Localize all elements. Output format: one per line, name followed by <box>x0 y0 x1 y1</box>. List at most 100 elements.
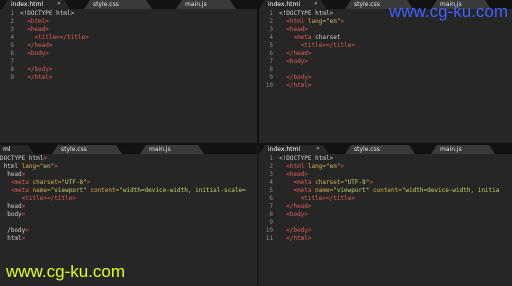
code-text: </html> <box>286 235 312 242</box>
code-line[interactable]: 4 <title></title> <box>0 34 257 42</box>
code-line[interactable]: 7 <body> <box>259 58 512 66</box>
tab-index-html[interactable]: index.html ✕ <box>2 0 70 9</box>
code-text: <meta charset="UTF-8"> <box>10 179 91 186</box>
pane-divider-vertical[interactable] <box>257 0 259 143</box>
tab-style-css[interactable]: style.css <box>345 145 415 154</box>
code-line[interactable]: 11 </html> <box>259 235 512 243</box>
code-line[interactable]: <title></title> <box>0 195 257 203</box>
code-line[interactable]: 6 </head> <box>259 50 512 58</box>
code-text: DOCTYPE html> <box>0 155 47 162</box>
code-text: <title></title> <box>300 195 355 202</box>
code-text: <!DOCTYPE html> <box>279 10 334 17</box>
tab-index-html[interactable]: index.html ✕ <box>259 145 329 154</box>
tab-label: index.html <box>268 146 300 153</box>
code-text: <!DOCTYPE html> <box>20 10 75 17</box>
code-area[interactable]: 1 <!DOCTYPE html> 2 <html lang="en"> 3 <hea… <box>259 10 512 143</box>
code-text: <html lang="en"> <box>286 163 345 170</box>
line-number: 8 <box>269 66 273 73</box>
code-line[interactable]: html> <box>0 235 257 243</box>
tab-index-html[interactable]: index.html ✕ <box>259 0 327 9</box>
line-number: 7 <box>10 58 14 65</box>
code-line[interactable]: 10 </html> <box>259 82 512 90</box>
code-line[interactable]: 4 <meta charset <box>259 34 512 42</box>
code-line[interactable] <box>0 219 257 227</box>
code-line[interactable]: 5 <title></title> <box>259 42 512 50</box>
code-line[interactable]: 3 <head> <box>259 171 512 179</box>
code-text: <meta name="viewport" content="width=dev… <box>10 187 246 194</box>
code-line[interactable]: head> <box>0 203 257 211</box>
close-icon[interactable]: ✕ <box>57 0 61 9</box>
code-line[interactable]: 8 <box>259 66 512 74</box>
tab-style-css[interactable]: style.css <box>52 145 122 154</box>
code-area[interactable]: 1 <!DOCTYPE html> 2 <html lang="en"> 3 <hea… <box>259 155 512 286</box>
tab-label: style.css <box>61 146 87 153</box>
pane-divider-horizontal[interactable] <box>0 143 512 145</box>
code-line[interactable]: head> <box>0 171 257 179</box>
tab-index-html[interactable]: ml <box>0 145 34 154</box>
code-line[interactable]: <meta name="viewport" content="width=dev… <box>0 187 257 195</box>
code-line[interactable]: <meta charset="UTF-8"> <box>0 179 257 187</box>
code-line[interactable]: 7 <box>0 58 257 66</box>
code-area[interactable]: 1 <!DOCTYPE html> 2 <html> 3 <head> 4 <title… <box>0 10 257 143</box>
line-number: 11 <box>265 235 273 242</box>
code-line[interactable]: 4 <meta charset="UTF-8"> <box>259 179 512 187</box>
code-text: </body> <box>286 227 312 234</box>
line-number: 1 <box>10 10 14 17</box>
code-line[interactable]: 3 <head> <box>259 26 512 34</box>
code-line[interactable]: 6 <title></title> <box>259 195 512 203</box>
code-line[interactable]: 3 <head> <box>0 26 257 34</box>
code-line[interactable]: 5 <meta name="viewport" content="width=d… <box>259 187 512 195</box>
close-icon[interactable]: ✕ <box>316 145 320 154</box>
code-line[interactable]: 2 <html> <box>0 18 257 26</box>
code-line[interactable]: 2 <html lang="en"> <box>259 163 512 171</box>
code-line[interactable]: 9 </body> <box>259 74 512 82</box>
line-number: 8 <box>269 211 273 218</box>
code-line[interactable]: 7 </head> <box>259 203 512 211</box>
code-line[interactable]: 1 <!DOCTYPE html> <box>259 155 512 163</box>
code-text: <!DOCTYPE html> <box>279 155 334 162</box>
code-text: <title></title> <box>34 34 89 41</box>
tab-bar: index.html ✕ style.css main.js <box>0 0 257 9</box>
close-icon[interactable]: ✕ <box>314 0 318 9</box>
code-line[interactable]: 8 <body> <box>259 211 512 219</box>
line-number: 1 <box>269 155 273 162</box>
code-line[interactable]: 6 <body> <box>0 50 257 58</box>
line-number: 4 <box>269 34 273 41</box>
code-line[interactable]: 9 <box>259 219 512 227</box>
tab-main-js[interactable]: main.js <box>176 0 236 9</box>
tab-main-js[interactable]: main.js <box>140 145 204 154</box>
code-text: <meta charset="UTF-8"> <box>293 179 373 186</box>
line-number: 5 <box>269 187 273 194</box>
code-line[interactable]: /body> <box>0 227 257 235</box>
tab-main-js[interactable]: main.js <box>431 145 495 154</box>
code-text: </head> <box>286 203 312 210</box>
tab-style-css[interactable]: style.css <box>84 0 152 9</box>
line-number: 8 <box>10 66 14 73</box>
watermark-bottom: www.cg-ku.com <box>6 262 126 281</box>
line-number: 2 <box>269 163 273 170</box>
line-number: 1 <box>269 10 273 17</box>
code-line[interactable]: body> <box>0 211 257 219</box>
tab-label: index.html <box>11 1 43 8</box>
line-number: 6 <box>10 50 14 57</box>
line-number: 5 <box>269 42 273 49</box>
line-number: 2 <box>10 18 14 25</box>
tab-label: style.css <box>93 1 119 8</box>
code-text: <html> <box>27 18 49 25</box>
code-line[interactable]: 1 <!DOCTYPE html> <box>0 10 257 18</box>
code-line[interactable]: 10 </body> <box>259 227 512 235</box>
code-text: </head> <box>27 42 53 49</box>
tab-label: style.css <box>354 1 380 8</box>
line-number: 10 <box>265 227 273 234</box>
code-line[interactable]: 5 </head> <box>0 42 257 50</box>
line-number: 4 <box>10 34 14 41</box>
code-line[interactable]: 9 </html> <box>0 74 257 82</box>
code-line[interactable]: DOCTYPE html> <box>0 155 257 163</box>
line-number: 3 <box>10 26 14 33</box>
code-line[interactable]: 8 </body> <box>0 66 257 74</box>
code-line[interactable]: html lang="en"> <box>0 163 257 171</box>
line-number: 4 <box>269 179 273 186</box>
code-text: <head> <box>286 171 308 178</box>
tab-label: main.js <box>149 146 171 153</box>
code-text: <body> <box>27 50 49 57</box>
